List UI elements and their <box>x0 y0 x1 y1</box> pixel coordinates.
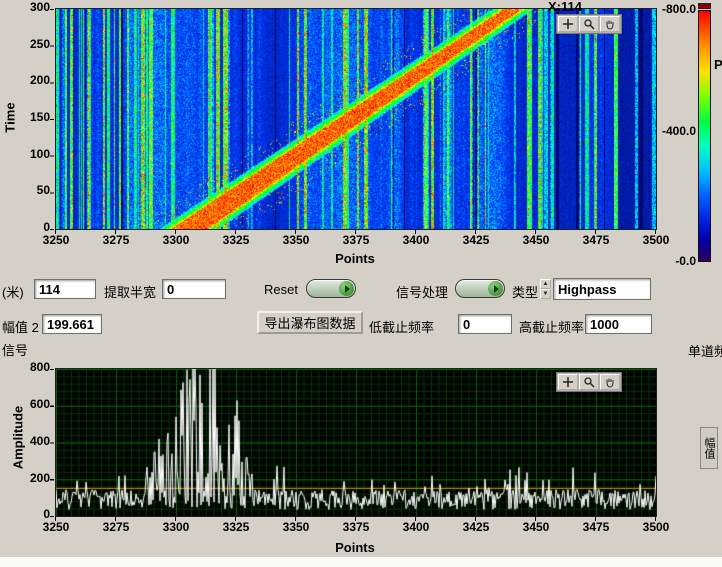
sig-xtick: 3475 <box>574 521 618 534</box>
waterfall-cursor-readout: X:114 <box>548 0 618 13</box>
ring-increment-button[interactable]: ▲ <box>540 279 551 289</box>
signal-processing-led <box>488 281 503 296</box>
wf-y-axis-ticks <box>50 9 54 230</box>
zoom-tool-button[interactable] <box>579 16 599 32</box>
half-width-input[interactable]: 0 <box>162 279 226 299</box>
pan-tool-button[interactable] <box>600 374 620 390</box>
wf-xtick: 3450 <box>514 234 558 247</box>
sig-xtick: 3350 <box>274 521 318 534</box>
hand-icon <box>604 376 616 388</box>
clipped-side-control: 幅值 <box>700 427 718 469</box>
cursor-tool-button[interactable] <box>558 374 578 390</box>
wf-ytick: 150 <box>16 111 50 124</box>
clipped-right-label: 单道频 <box>688 341 722 360</box>
run-arrow-icon <box>345 285 350 293</box>
signal-section-label: 信号 <box>2 340 28 359</box>
reset-label: Reset <box>264 282 298 297</box>
sig-y-axis-ticks <box>50 369 54 517</box>
signal-processing-label: 信号处理 <box>396 282 448 301</box>
wf-ytick: 300 <box>16 1 50 14</box>
high-cutoff-label: 高截止频率 <box>519 317 584 336</box>
position-label: (米) <box>2 282 24 301</box>
wf-xtick: 3400 <box>394 234 438 247</box>
low-cutoff-input[interactable]: 0 <box>458 314 512 334</box>
wf-ytick: 50 <box>16 184 50 197</box>
amplitude2-value[interactable]: 199.661 <box>42 314 102 334</box>
cursor-tool-button[interactable] <box>558 16 578 32</box>
sig-xtick: 3275 <box>94 521 138 534</box>
colorbar-tick-top: -800.0 <box>646 2 696 16</box>
wf-xtick: 3425 <box>454 234 498 247</box>
colorbar-tick-bottom: -0.0 <box>646 254 696 268</box>
sig-xtick: 3425 <box>454 521 498 534</box>
sig-xtick: 3400 <box>394 521 438 534</box>
magnifier-icon <box>583 18 595 30</box>
export-waterfall-button[interactable]: 导出瀑布图数据 <box>257 311 363 334</box>
wf-xtick: 3300 <box>154 234 198 247</box>
ring-decrement-button[interactable]: ▼ <box>540 289 551 299</box>
wf-xtick: 3275 <box>94 234 138 247</box>
colorbar-overrange-block <box>698 3 711 9</box>
hand-icon <box>604 18 616 30</box>
zoom-tool-button[interactable] <box>579 374 599 390</box>
wf-xtick: 3500 <box>634 234 678 247</box>
wf-xtick: 3325 <box>214 234 258 247</box>
wf-ytick: 100 <box>16 148 50 161</box>
signal-processing-toggle[interactable] <box>455 279 505 298</box>
reset-led <box>339 281 354 296</box>
amplitude2-label: 幅值 2 <box>2 317 39 336</box>
wf-xtick: 3375 <box>334 234 378 247</box>
reset-button[interactable] <box>306 279 356 298</box>
filter-type-dropdown[interactable]: Highpass <box>553 278 651 300</box>
waterfall-plot-frame <box>55 8 657 230</box>
sig-xtick: 3500 <box>634 521 678 534</box>
crosshair-icon <box>562 376 574 388</box>
wf-xtick: 3350 <box>274 234 318 247</box>
wf-ytick: 200 <box>16 74 50 87</box>
sig-xtick: 3375 <box>334 521 378 534</box>
front-panel: { "waterfall": { "cursor_readout": "X:11… <box>0 0 722 567</box>
sig-xtick: 3450 <box>514 521 558 534</box>
waterfall-graph-palette <box>556 14 622 34</box>
sig-ytick: 800 <box>16 361 50 374</box>
wf-xtick: 3475 <box>574 234 618 247</box>
run-arrow-icon <box>494 285 499 293</box>
crosshair-icon <box>562 18 574 30</box>
waterfall-x-axis-label: Points <box>255 251 455 266</box>
type-label: 类型 <box>512 282 538 301</box>
sig-ytick: 200 <box>16 472 50 485</box>
type-ring-spinner: ▲ ▼ <box>540 279 551 299</box>
pan-tool-button[interactable] <box>600 16 620 32</box>
sig-ytick: 400 <box>16 435 50 448</box>
colorbar-tick-mid: -400.0 <box>646 124 696 138</box>
signal-x-axis-label: Points <box>255 540 455 555</box>
magnifier-icon <box>583 376 595 388</box>
sig-ytick: 600 <box>16 398 50 411</box>
colorbar-clipped-label: P <box>714 58 722 71</box>
wf-xtick: 3250 <box>34 234 78 247</box>
position-input[interactable]: 114 <box>34 279 96 299</box>
low-cutoff-label: 低截止频率 <box>369 317 434 336</box>
bottom-strip <box>0 557 722 567</box>
waterfall-intensity-plot[interactable] <box>56 9 656 229</box>
colorbar <box>698 10 711 262</box>
signal-graph-palette <box>556 372 622 392</box>
high-cutoff-input[interactable]: 1000 <box>585 314 652 334</box>
sig-xtick: 3325 <box>214 521 258 534</box>
sig-xtick: 3300 <box>154 521 198 534</box>
wf-ytick: 250 <box>16 38 50 51</box>
half-width-label: 提取半宽 <box>104 282 156 301</box>
sig-xtick: 3250 <box>34 521 78 534</box>
